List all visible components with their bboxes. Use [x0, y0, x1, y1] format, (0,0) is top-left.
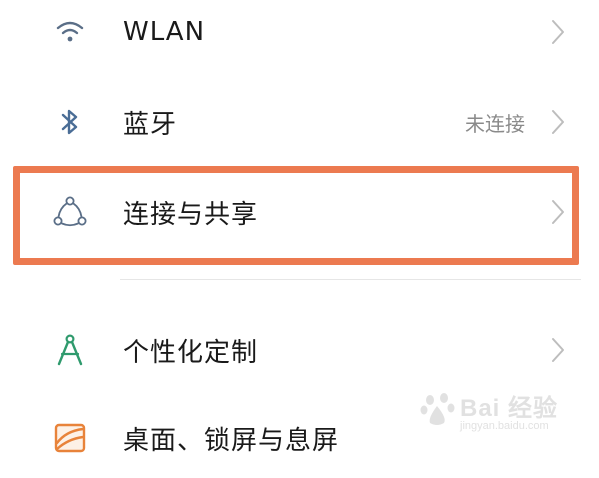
watermark-sub: jingyan.baidu.com [460, 420, 549, 432]
settings-item-wlan[interactable]: WLAN [0, 0, 599, 72]
watermark-logo: Bai 经验 jingyan.baidu.com [420, 382, 590, 442]
wifi-icon [50, 12, 90, 52]
paw-icon [420, 393, 455, 425]
section-divider [120, 279, 581, 280]
personalization-label: 个性化定制 [123, 337, 259, 368]
wallpaper-icon [50, 418, 90, 458]
highlight-box [13, 166, 579, 265]
settings-item-personalization[interactable]: 个性化定制 [0, 310, 599, 390]
bluetooth-status: 未连接 [465, 111, 525, 136]
bluetooth-icon [50, 102, 90, 142]
chevron-right-icon [552, 338, 564, 362]
desktop-lockscreen-label: 桌面、锁屏与息屏 [123, 425, 340, 456]
watermark-brand: Bai 经验 [460, 395, 559, 422]
chevron-right-icon [552, 20, 564, 44]
wlan-label: WLAN [123, 17, 206, 47]
settings-item-bluetooth[interactable]: 蓝牙 未连接 [0, 82, 599, 162]
personalization-icon [50, 330, 90, 370]
bluetooth-label: 蓝牙 [123, 109, 178, 140]
chevron-right-icon [552, 110, 564, 134]
